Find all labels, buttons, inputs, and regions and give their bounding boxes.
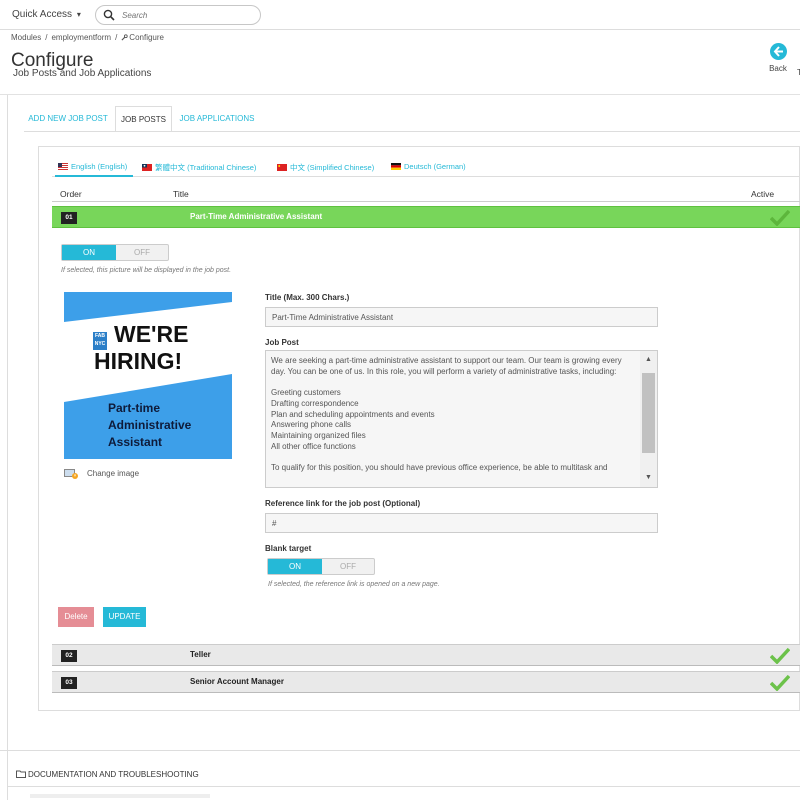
left-frame-border <box>7 95 8 800</box>
scroll-down-icon[interactable]: ▼ <box>640 471 657 485</box>
header-divider <box>0 94 800 95</box>
display-picture-switch[interactable]: ON OFF <box>61 244 169 261</box>
search-input[interactable] <box>122 9 252 22</box>
switch-on[interactable]: ON <box>62 245 116 260</box>
image-warning-icon <box>64 469 78 479</box>
change-image-label: Change image <box>87 469 140 478</box>
badge-line-1: FAB <box>95 333 105 339</box>
reference-link-input[interactable] <box>265 513 658 533</box>
scroll-up-icon[interactable]: ▲ <box>640 353 657 367</box>
lang-label: 中文 (Simplified Chinese) <box>290 163 375 172</box>
breadcrumb-separator: / <box>45 33 48 42</box>
tw-flag-icon <box>142 164 152 171</box>
switch-off[interactable]: OFF <box>116 245 168 260</box>
back-label: Back <box>769 64 787 73</box>
cn-flag-icon <box>277 164 287 171</box>
lang-tab-simplified-chinese[interactable]: 中文 (Simplified Chinese) <box>277 162 374 173</box>
job-post-image: FAB NYC WE'RE HIRING! Part-time Administ… <box>64 292 232 459</box>
table-row[interactable]: 02 Teller <box>52 644 800 666</box>
de-flag-icon <box>391 163 401 170</box>
search-icon <box>103 9 115 21</box>
quick-access-menu[interactable]: Quick Access ▾ <box>12 9 81 20</box>
top-bar: Quick Access ▾ <box>0 0 800 30</box>
us-flag-icon <box>58 163 68 170</box>
check-icon[interactable] <box>770 209 790 226</box>
update-button[interactable]: UPDATE <box>103 607 146 627</box>
tab-job-posts[interactable]: JOB POSTS <box>115 106 172 132</box>
lang-tab-english[interactable]: English (English) <box>58 162 127 171</box>
hiring-sub-2: Administrative <box>108 418 192 432</box>
arrow-left-icon <box>769 43 787 60</box>
check-icon[interactable] <box>770 647 790 664</box>
delete-button[interactable]: Delete <box>58 607 94 627</box>
breadcrumb-modules[interactable]: Modules <box>11 33 41 42</box>
documentation-divider <box>8 786 800 787</box>
breadcrumb-employmentform[interactable]: employmentform <box>51 33 111 42</box>
scrollbar-thumb[interactable] <box>642 373 655 453</box>
row-title: Teller <box>190 650 211 659</box>
tab-add-new-job-post[interactable]: ADD NEW JOB POST <box>24 106 112 132</box>
check-icon[interactable] <box>770 674 790 691</box>
title-input[interactable] <box>265 307 658 327</box>
table-header-divider <box>52 201 800 202</box>
picture-hint: If selected, this picture will be displa… <box>61 267 232 274</box>
hiring-headline-1: WE'RE <box>114 321 189 347</box>
job-post-label: Job Post <box>265 338 299 347</box>
column-header-order: Order <box>60 189 82 199</box>
badge-line-2: NYC <box>94 341 106 347</box>
page-subtitle: Job Posts and Job Applications <box>13 68 152 79</box>
folder-open-icon <box>16 770 26 778</box>
hiring-headline-2: HIRING! <box>94 348 183 374</box>
switch-on[interactable]: ON <box>268 559 322 574</box>
order-badge: 01 <box>61 212 77 224</box>
hiring-graphic <box>64 292 232 459</box>
lang-label: 繁體中文 (Traditional Chinese) <box>155 163 257 172</box>
table-row[interactable]: 01 Part-Time Administrative Assistant <box>52 206 800 228</box>
active-language-indicator <box>55 175 133 177</box>
wrench-icon <box>121 34 128 41</box>
documentation-header[interactable]: DOCUMENTATION AND TROUBLESHOOTING <box>16 770 199 779</box>
documentation-title: DOCUMENTATION AND TROUBLESHOOTING <box>28 770 199 779</box>
column-header-active: Active <box>751 189 775 199</box>
column-header-title: Title <box>173 189 189 199</box>
order-badge: 03 <box>61 677 77 689</box>
reference-link-label: Reference link for the job post (Optiona… <box>265 499 421 508</box>
breadcrumb-configure: Configure <box>129 33 164 42</box>
change-image-button[interactable]: Change image <box>64 467 139 479</box>
blank-target-hint: If selected, the reference link is opene… <box>268 581 440 588</box>
row-title: Part-Time Administrative Assistant <box>190 212 323 221</box>
order-badge: 02 <box>61 650 77 662</box>
table-row[interactable]: 03 Senior Account Manager <box>52 671 800 693</box>
lang-label: English (English) <box>71 162 128 171</box>
blank-target-label: Blank target <box>265 544 312 553</box>
textarea-scrollbar[interactable]: ▲ ▼ <box>640 351 657 487</box>
tab-job-applications[interactable]: JOB APPLICATIONS <box>177 106 257 132</box>
blank-target-switch[interactable]: ON OFF <box>267 558 375 575</box>
chevron-down-icon: ▾ <box>76 10 81 19</box>
language-tab-divider <box>52 176 800 177</box>
lang-tab-traditional-chinese[interactable]: 繁體中文 (Traditional Chinese) <box>142 162 256 173</box>
breadcrumb: Modules / employmentform / Configure <box>11 33 164 42</box>
title-field-label: Title (Max. 300 Chars.) <box>265 293 350 302</box>
lang-label: Deutsch (German) <box>404 162 466 171</box>
job-post-text[interactable]: We are seeking a part-time administrativ… <box>271 356 636 474</box>
job-post-textarea[interactable]: We are seeking a part-time administrativ… <box>265 350 658 488</box>
hiring-sub-3: Assistant <box>108 435 163 449</box>
tab-divider <box>24 131 800 132</box>
switch-off[interactable]: OFF <box>322 559 374 574</box>
row-title: Senior Account Manager <box>190 677 284 686</box>
back-button[interactable]: Back <box>764 43 792 79</box>
breadcrumb-separator: / <box>115 33 118 42</box>
quick-access-label: Quick Access <box>12 9 73 20</box>
documentation-faint-text <box>30 794 210 798</box>
hiring-sub-1: Part-time <box>108 401 161 415</box>
lang-tab-german[interactable]: Deutsch (German) <box>391 162 466 171</box>
search-box[interactable] <box>95 5 261 25</box>
